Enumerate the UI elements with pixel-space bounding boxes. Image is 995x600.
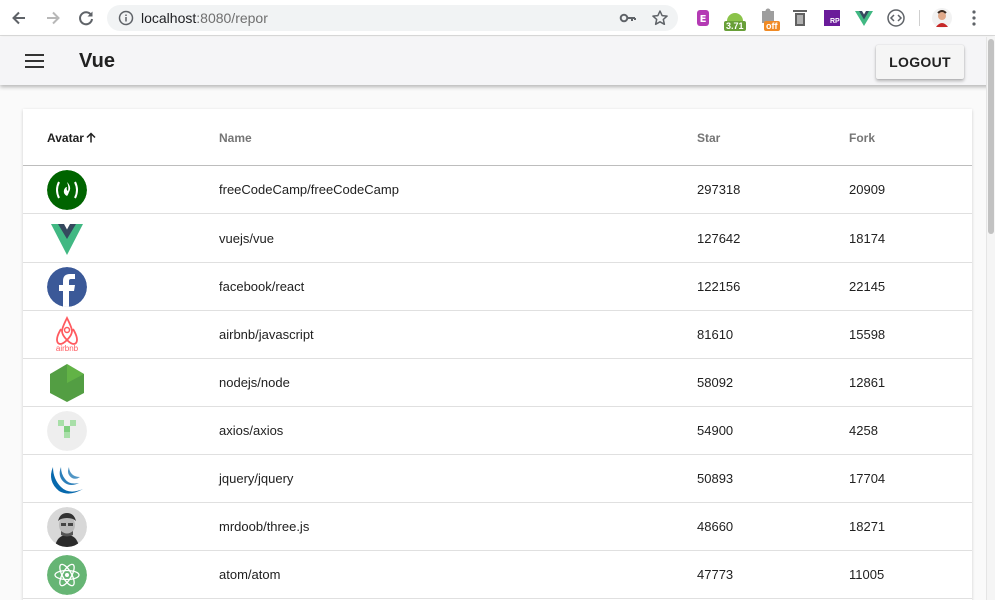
star-count: 81610 (697, 327, 734, 342)
more-vert-icon (972, 10, 976, 26)
star-count: 50893 (697, 471, 734, 486)
android-extension[interactable]: 3.71 (724, 8, 746, 31)
url-text[interactable]: localhost:8080/repor (141, 10, 268, 26)
profile-avatar-icon (932, 8, 952, 28)
avatar-facebook (47, 267, 87, 307)
table-row[interactable]: jquery/jquery 50893 17704 (23, 455, 972, 503)
avatar-freecodecamp (47, 170, 87, 210)
forward-arrow-icon (47, 11, 60, 25)
avatar-nodejs (47, 363, 87, 403)
avatar-mrdoob (47, 507, 87, 547)
table-header: Avatar Name Star Fork (23, 109, 972, 166)
trash-icon (793, 10, 807, 26)
toolbar-separator (919, 10, 920, 26)
url-host: localhost (141, 10, 197, 26)
star-count: 47773 (697, 567, 734, 582)
table-row[interactable]: airbnb airbnb/javascript 81610 15598 (23, 311, 972, 359)
app-toolbar: Vue LOGOUT (0, 37, 995, 85)
rp-extension[interactable]: RP (822, 8, 842, 28)
scrollbar-thumb[interactable] (988, 39, 994, 234)
evernote-extension[interactable]: E (693, 8, 713, 28)
browser-menu-button[interactable] (964, 8, 984, 28)
fork-count: 12861 (849, 375, 886, 390)
table-row[interactable]: mrdoob/three.js 48660 18271 (23, 503, 972, 551)
column-label: Avatar (47, 131, 84, 145)
repo-name[interactable]: vuejs/vue (219, 232, 274, 246)
fork-count: 22145 (849, 279, 886, 294)
repo-name[interactable]: nodejs/node (219, 376, 290, 390)
fork-count: 18174 (849, 231, 886, 246)
hamburger-menu-icon[interactable] (24, 51, 46, 71)
star-count: 54900 (697, 423, 734, 438)
fork-count: 15598 (849, 327, 886, 342)
profile-button[interactable] (932, 8, 952, 28)
avatar-airbnb: airbnb (47, 315, 87, 355)
rp-badge: RP (830, 18, 840, 25)
back-button[interactable] (9, 8, 29, 28)
repo-name[interactable]: airbnb/javascript (219, 328, 314, 342)
airbnb-wordmark: airbnb (55, 344, 79, 353)
avatar-vue (47, 219, 87, 259)
column-header-avatar[interactable]: Avatar (47, 131, 96, 145)
fork-count: 11005 (849, 567, 885, 582)
column-header-name[interactable]: Name (219, 131, 252, 145)
fork-count: 18271 (849, 519, 886, 534)
browser-chrome: localhost:8080/repor E 3.71 off RP (0, 0, 995, 36)
info-icon[interactable] (118, 10, 134, 26)
reload-icon (79, 11, 93, 26)
back-arrow-icon (12, 11, 25, 25)
repo-table: Avatar Name Star Fork freeCodeCamp/freeC… (23, 109, 972, 600)
avatar-atom (47, 555, 87, 595)
star-count: 122156 (697, 279, 741, 294)
fork-count: 4258 (849, 423, 878, 438)
logout-button[interactable]: LOGOUT (876, 45, 964, 79)
star-count: 297318 (697, 182, 741, 197)
bookmark-star-icon[interactable] (651, 9, 669, 27)
star-count: 58092 (697, 375, 734, 390)
fork-count: 17704 (849, 471, 886, 486)
code-extension[interactable] (886, 8, 906, 28)
key-icon[interactable] (619, 10, 637, 26)
code-icon (887, 9, 905, 27)
vue-devtools-extension[interactable] (854, 8, 874, 28)
table-row[interactable]: axios/axios 54900 4258 (23, 407, 972, 455)
off-extension[interactable]: off (759, 8, 780, 31)
repo-name[interactable]: atom/atom (219, 568, 280, 582)
repo-name[interactable]: mrdoob/three.js (219, 520, 309, 534)
url-path: :8080/repor (196, 10, 268, 26)
forward-button[interactable] (43, 8, 63, 28)
table-row[interactable]: atom/atom 47773 11005 (23, 551, 972, 599)
app-title: Vue (79, 50, 115, 72)
table-row[interactable]: vuejs/vue 127642 18174 (23, 215, 972, 263)
star-count: 127642 (697, 231, 741, 246)
avatar-axios (47, 411, 87, 451)
avatar-jquery (47, 459, 87, 499)
repo-name[interactable]: jquery/jquery (219, 472, 293, 486)
fork-count: 20909 (849, 182, 886, 197)
svg-text:E: E (700, 14, 707, 25)
table-row[interactable]: freeCodeCamp/freeCodeCamp 297318 20909 (23, 166, 972, 214)
repo-name[interactable]: facebook/react (219, 280, 304, 294)
android-badge: 3.71 (724, 21, 746, 31)
table-row[interactable]: nodejs/node 58092 12861 (23, 359, 972, 407)
address-bar[interactable]: localhost:8080/repor (107, 5, 678, 31)
trash-extension[interactable] (790, 8, 810, 28)
evernote-clipper-icon: E (697, 10, 709, 26)
off-badge: off (764, 21, 780, 31)
column-header-fork[interactable]: Fork (849, 131, 875, 145)
repo-name[interactable]: axios/axios (219, 424, 283, 438)
vue-devtools-icon (855, 11, 873, 26)
reload-button[interactable] (76, 8, 96, 28)
star-count: 48660 (697, 519, 734, 534)
column-header-star[interactable]: Star (697, 131, 720, 145)
repo-name[interactable]: freeCodeCamp/freeCodeCamp (219, 183, 399, 197)
sort-arrow-up-icon (86, 132, 96, 143)
table-row[interactable]: facebook/react 122156 22145 (23, 263, 972, 311)
page-scrollbar[interactable] (986, 37, 995, 600)
